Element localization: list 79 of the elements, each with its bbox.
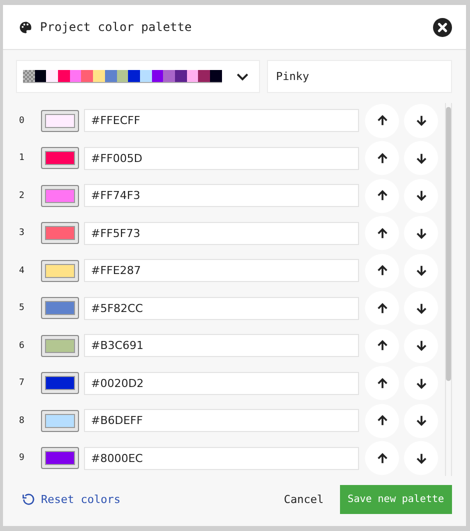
color-index: 3 xyxy=(18,228,26,238)
move-up-button[interactable] xyxy=(365,404,399,438)
arrow-down-icon xyxy=(414,264,428,277)
arrow-up-icon xyxy=(376,114,388,127)
move-down-button[interactable] xyxy=(404,141,438,175)
arrow-down-icon xyxy=(414,152,428,164)
color-swatch-button[interactable] xyxy=(41,447,79,469)
move-up-button[interactable] xyxy=(365,178,399,212)
move-up-button[interactable] xyxy=(365,104,399,138)
move-down-button[interactable] xyxy=(404,404,438,438)
reset-icon xyxy=(22,492,35,506)
color-swatch-button[interactable] xyxy=(41,110,79,132)
move-down-button[interactable] xyxy=(404,291,438,325)
color-index: 6 xyxy=(18,340,26,350)
dialog-title: Project color palette xyxy=(40,20,193,34)
arrow-up-icon xyxy=(376,264,388,277)
move-down-button[interactable] xyxy=(404,441,438,475)
color-swatch-button[interactable] xyxy=(41,147,79,169)
move-up-button[interactable] xyxy=(365,141,399,175)
hex-input-field[interactable]: #FF5F73 xyxy=(84,222,359,244)
color-swatch-button[interactable] xyxy=(41,334,79,356)
palette-dropdown[interactable] xyxy=(16,60,260,93)
arrow-up-icon xyxy=(376,452,388,464)
arrow-down-icon xyxy=(414,376,428,390)
arrow-up-icon xyxy=(376,376,388,390)
move-up-button[interactable] xyxy=(365,254,399,288)
hex-input-field[interactable]: #B3C691 xyxy=(84,334,359,357)
hex-input-field[interactable]: #FF005D xyxy=(84,146,359,170)
hex-input-field[interactable]: #FFECFF xyxy=(84,109,359,132)
arrow-down-icon xyxy=(414,302,428,314)
chevron-down-icon xyxy=(236,72,249,80)
hex-input-field[interactable]: #5F82CC xyxy=(84,296,359,320)
arrow-down-icon xyxy=(414,189,428,202)
arrow-up-icon xyxy=(376,152,388,164)
close-icon[interactable] xyxy=(433,18,452,36)
hex-input-field[interactable]: #FF74F3 xyxy=(84,184,359,207)
arrow-down-icon xyxy=(414,414,428,427)
reset-colors-link[interactable]: Reset colors xyxy=(22,492,120,506)
color-index: 5 xyxy=(18,303,26,313)
color-index: 9 xyxy=(18,453,26,463)
arrow-down-icon xyxy=(414,226,428,240)
move-down-button[interactable] xyxy=(404,178,438,212)
color-index: 4 xyxy=(18,266,26,276)
palette-name-field[interactable]: Pinky xyxy=(267,60,452,93)
hex-input-field[interactable]: #B6DEFF xyxy=(84,409,359,432)
color-swatch-button[interactable] xyxy=(41,297,79,319)
move-up-button[interactable] xyxy=(365,441,399,475)
move-up-button[interactable] xyxy=(365,291,399,325)
move-down-button[interactable] xyxy=(404,328,438,362)
color-swatch-button[interactable] xyxy=(41,410,79,432)
color-swatch-button[interactable] xyxy=(41,372,79,394)
color-index: 7 xyxy=(18,378,26,388)
arrow-down-icon xyxy=(414,114,428,127)
cancel-button[interactable]: Cancel xyxy=(284,492,324,506)
hex-input-field[interactable]: #FFE287 xyxy=(84,259,359,282)
color-swatch-button[interactable] xyxy=(41,260,79,282)
hex-input-field[interactable]: #0020D2 xyxy=(84,372,359,394)
hex-input-field[interactable]: #8000EC xyxy=(84,446,359,470)
move-down-button[interactable] xyxy=(404,366,438,400)
move-up-button[interactable] xyxy=(365,366,399,400)
color-index: 2 xyxy=(18,190,26,200)
arrow-down-icon xyxy=(414,339,428,352)
move-down-button[interactable] xyxy=(404,104,438,138)
move-down-button[interactable] xyxy=(404,254,438,288)
arrow-up-icon xyxy=(376,226,388,240)
color-index: 8 xyxy=(18,416,26,426)
arrow-up-icon xyxy=(376,302,388,314)
move-up-button[interactable] xyxy=(365,328,399,362)
arrow-up-icon xyxy=(376,189,388,202)
color-index: 1 xyxy=(18,153,26,163)
palette-icon xyxy=(19,20,32,34)
color-swatch-button[interactable] xyxy=(41,222,79,244)
color-index: 0 xyxy=(18,116,26,126)
move-up-button[interactable] xyxy=(365,216,399,250)
arrow-up-icon xyxy=(376,339,388,352)
move-down-button[interactable] xyxy=(404,216,438,250)
arrow-down-icon xyxy=(414,452,428,464)
arrow-up-icon xyxy=(376,414,388,427)
color-swatch-button[interactable] xyxy=(41,184,79,206)
